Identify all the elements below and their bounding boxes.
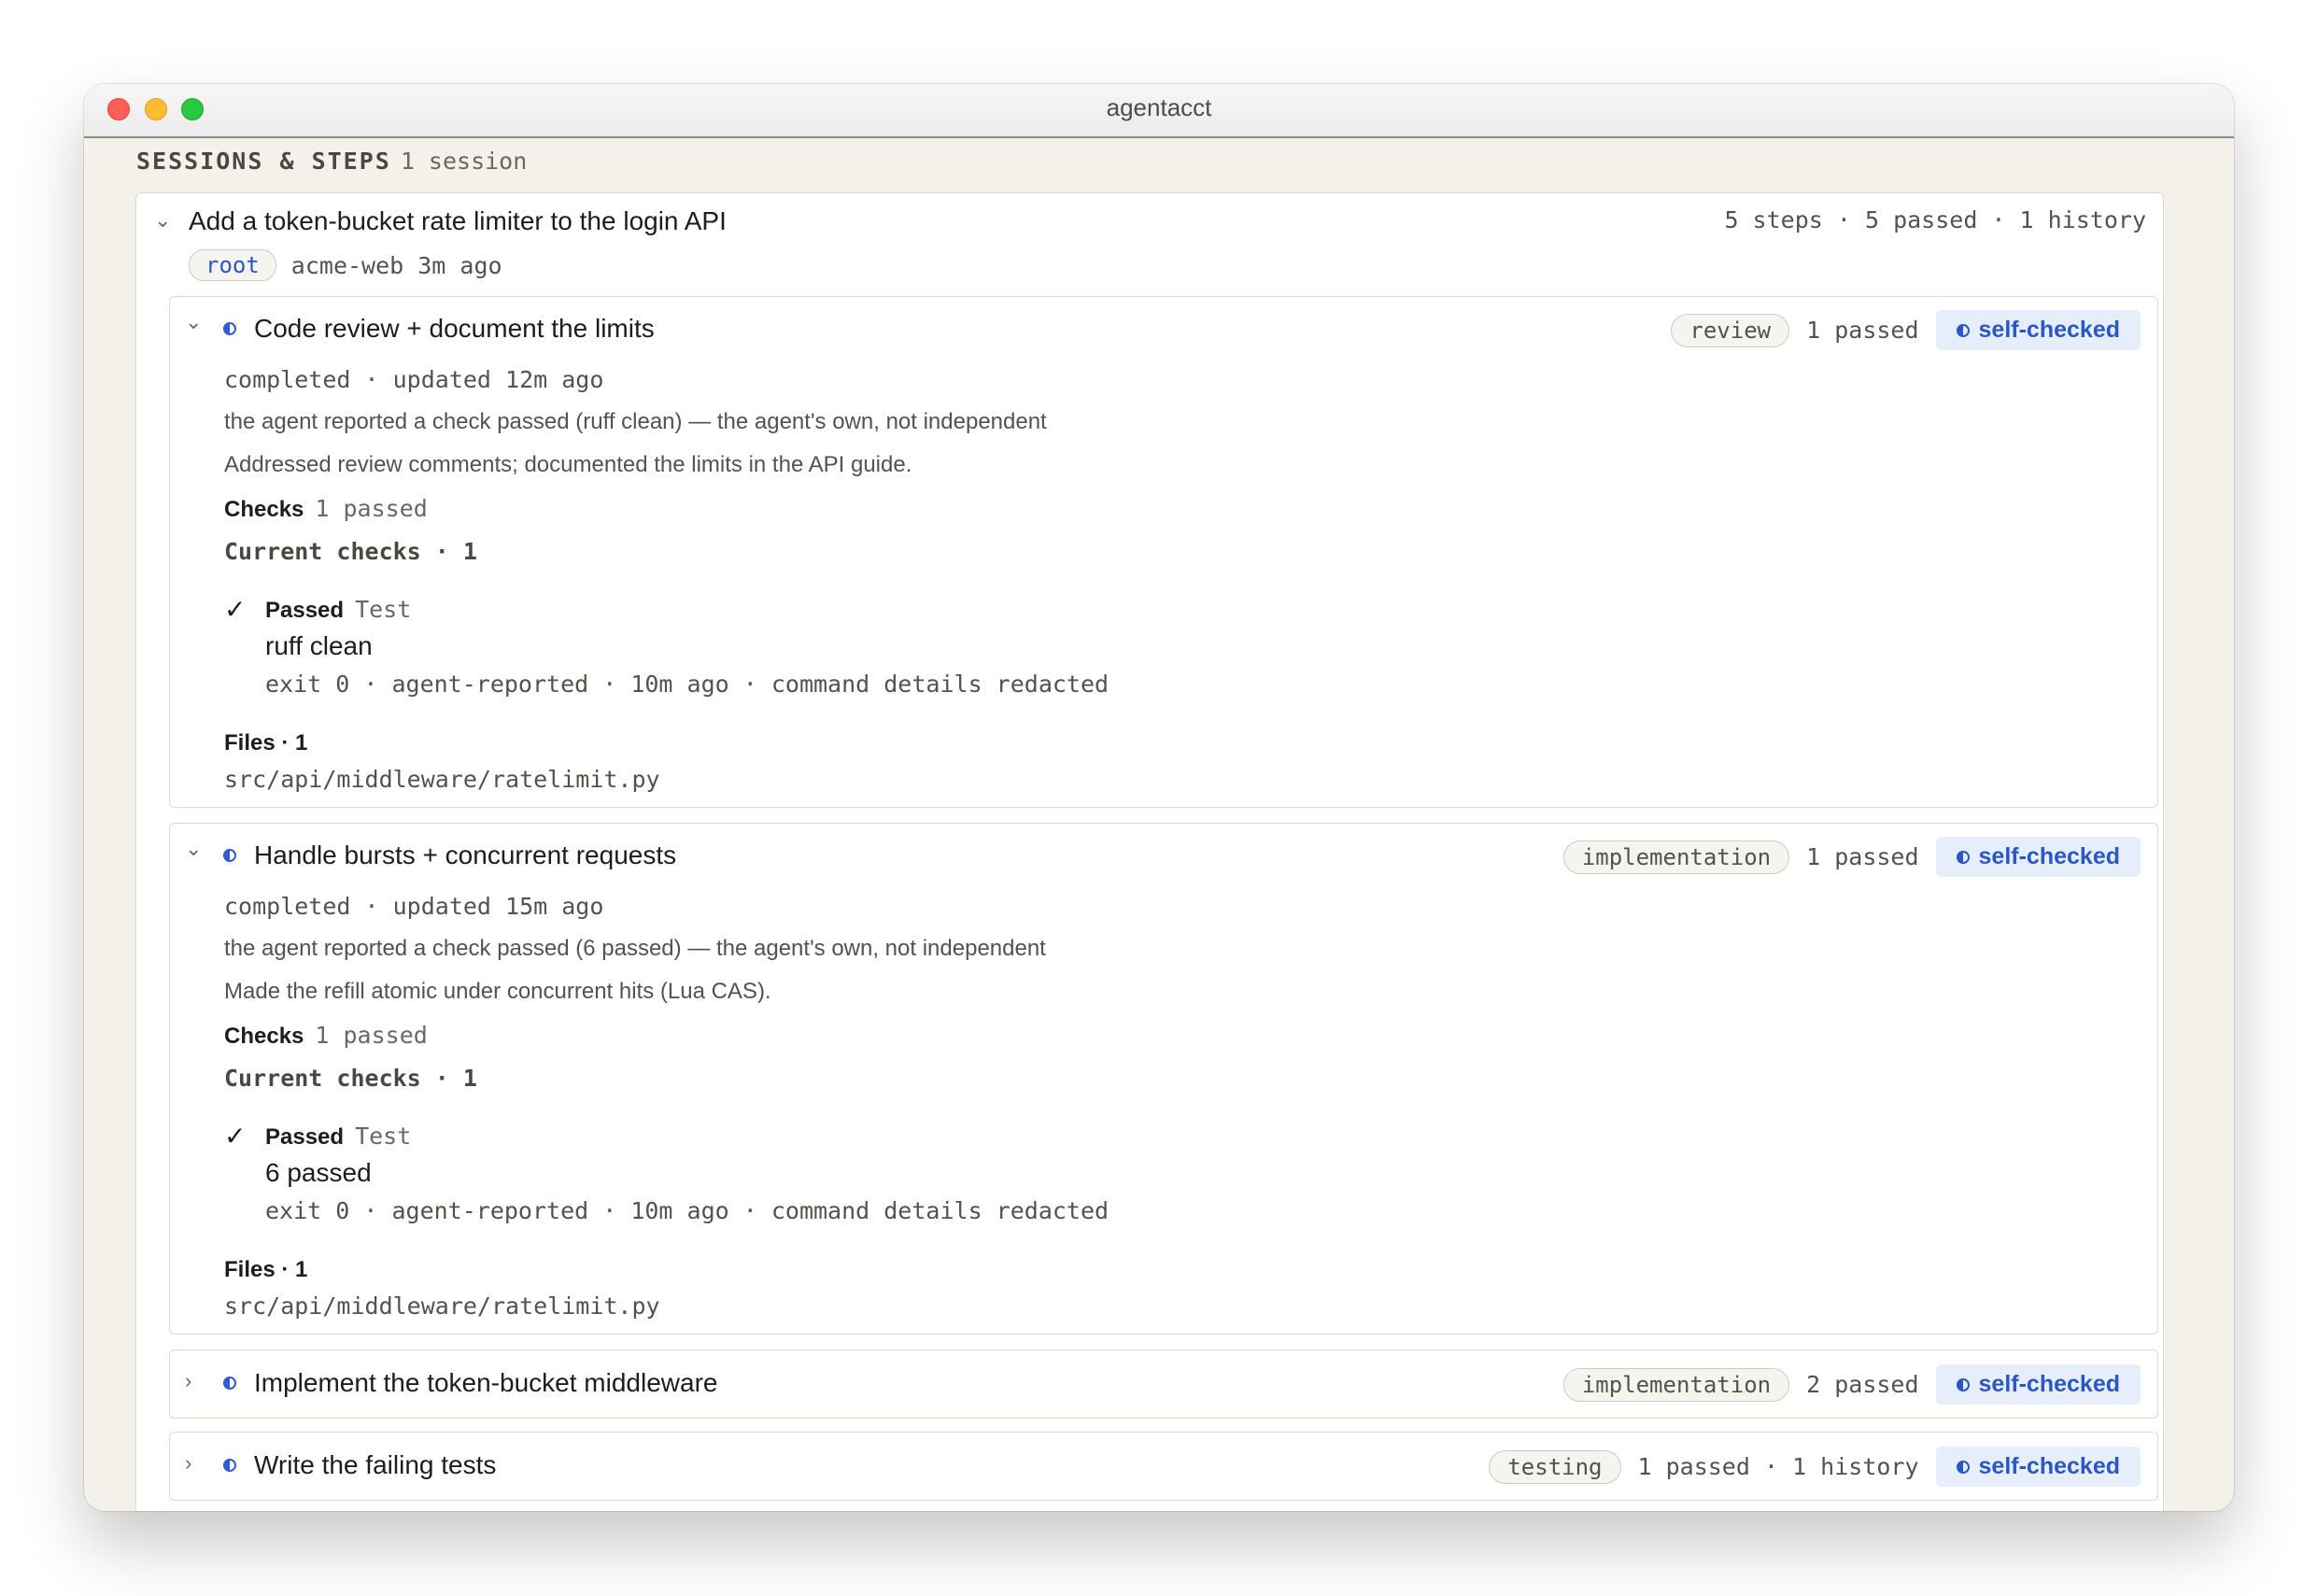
step-badges: review 1 passed self-checked bbox=[1671, 310, 2141, 350]
expand-step-chevron-icon[interactable]: › bbox=[185, 1369, 191, 1393]
file-path[interactable]: src/api/middleware/ratelimit.py bbox=[224, 1292, 660, 1320]
step-note: the agent reported a check passed (ruff … bbox=[224, 409, 1047, 434]
step-check-count: 1 passed · 1 history bbox=[1637, 1453, 1919, 1480]
self-checked-label: self-checked bbox=[1978, 1453, 2120, 1479]
step-card[interactable]: › Implement the token-bucket middleware … bbox=[169, 1349, 2158, 1419]
checkmark-icon: ✓ bbox=[224, 595, 247, 624]
files-label: Files · 1 bbox=[224, 730, 308, 756]
section-count: 1 session bbox=[400, 148, 528, 175]
half-circle-status-icon bbox=[223, 1459, 236, 1472]
half-circle-icon bbox=[1956, 323, 1970, 337]
checkmark-icon: ✓ bbox=[224, 1122, 247, 1151]
step-title[interactable]: Handle bursts + concurrent requests bbox=[254, 840, 676, 870]
half-circle-status-icon bbox=[223, 1377, 236, 1390]
section-label: SESSIONS & STEPS bbox=[136, 148, 391, 175]
check-type: Test bbox=[355, 1123, 412, 1150]
files-label: Files · 1 bbox=[224, 1257, 308, 1282]
self-checked-badge: self-checked bbox=[1935, 837, 2141, 877]
check-meta: exit 0 · agent-reported · 10m ago · comm… bbox=[265, 1197, 1110, 1224]
session-subline: root acme-web 3m ago bbox=[189, 249, 502, 281]
step-note: the agent reported a check passed (6 pas… bbox=[224, 936, 1046, 961]
checks-value: 1 passed bbox=[315, 495, 428, 522]
collapse-step-chevron-icon[interactable]: ⌄ bbox=[185, 310, 202, 334]
step-badges: implementation 2 passed self-checked bbox=[1562, 1364, 2141, 1405]
step-card: ⌄ Handle bursts + concurrent requests im… bbox=[169, 823, 2158, 1335]
self-checked-label: self-checked bbox=[1978, 317, 2120, 343]
step-badges: implementation 1 passed self-checked bbox=[1562, 837, 2141, 877]
self-checked-badge: self-checked bbox=[1935, 310, 2141, 350]
half-circle-status-icon bbox=[223, 322, 236, 335]
collapse-step-chevron-icon[interactable]: ⌄ bbox=[185, 837, 202, 861]
step-check-count: 1 passed bbox=[1806, 317, 1919, 344]
check-type: Test bbox=[355, 596, 412, 623]
step-status: completed · updated 15m ago bbox=[224, 893, 604, 920]
check-state: Passed bbox=[265, 598, 345, 623]
checks-line: Checks 1 passed bbox=[224, 495, 428, 523]
step-title[interactable]: Implement the token-bucket middleware bbox=[254, 1368, 717, 1398]
app-window: agentacct SESSIONS & STEPS 1 session ⌄ Ad… bbox=[84, 84, 2234, 1511]
check-name: ruff clean bbox=[265, 631, 373, 660]
checks-line: Checks 1 passed bbox=[224, 1022, 428, 1050]
step-summary: Addressed review comments; documented th… bbox=[224, 452, 912, 477]
section-header: SESSIONS & STEPS 1 session bbox=[136, 148, 527, 175]
half-circle-status-icon bbox=[223, 849, 236, 862]
step-title[interactable]: Write the failing tests bbox=[254, 1450, 496, 1480]
step-kind-badge: testing bbox=[1489, 1449, 1621, 1484]
checks-label: Checks bbox=[224, 1024, 304, 1049]
step-kind-badge: implementation bbox=[1562, 1367, 1790, 1402]
step-card: ⌄ Code review + document the limits revi… bbox=[169, 296, 2158, 808]
check-meta: exit 0 · agent-reported · 10m ago · comm… bbox=[265, 671, 1110, 698]
step-badges: testing 1 passed · 1 history self-checke… bbox=[1489, 1447, 2141, 1487]
self-checked-badge: self-checked bbox=[1935, 1447, 2141, 1487]
check-label: Passed Test bbox=[265, 596, 411, 624]
self-checked-label: self-checked bbox=[1978, 843, 2120, 869]
session-card: ⌄ Add a token-bucket rate limiter to the… bbox=[135, 192, 2164, 1511]
current-checks-heading: Current checks · 1 bbox=[224, 538, 477, 565]
step-summary: Made the refill atomic under concurrent … bbox=[224, 979, 771, 1004]
current-checks-heading: Current checks · 1 bbox=[224, 1065, 477, 1092]
step-check-count: 2 passed bbox=[1806, 1371, 1919, 1398]
session-title[interactable]: Add a token-bucket rate limiter to the l… bbox=[189, 206, 727, 236]
title-bar: agentacct bbox=[84, 84, 2234, 138]
root-badge: root bbox=[189, 249, 276, 281]
checks-label: Checks bbox=[224, 497, 304, 522]
step-card[interactable]: › Write the failing tests testing 1 pass… bbox=[169, 1432, 2158, 1501]
step-status: completed · updated 12m ago bbox=[224, 366, 604, 393]
checks-value: 1 passed bbox=[315, 1022, 428, 1049]
check-state: Passed bbox=[265, 1124, 345, 1150]
half-circle-icon bbox=[1956, 1377, 1970, 1391]
check-name: 6 passed bbox=[265, 1158, 372, 1187]
step-kind-badge: review bbox=[1671, 313, 1790, 347]
collapse-session-chevron-icon[interactable]: ⌄ bbox=[154, 208, 171, 233]
window-title: agentacct bbox=[1106, 93, 1212, 121]
step-check-count: 1 passed bbox=[1806, 843, 1919, 870]
half-circle-icon bbox=[1956, 850, 1970, 864]
session-project: acme-web 3m ago bbox=[290, 251, 502, 279]
step-kind-badge: implementation bbox=[1562, 840, 1790, 874]
half-circle-icon bbox=[1956, 1460, 1970, 1474]
step-title[interactable]: Code review + document the limits bbox=[254, 314, 655, 344]
check-label: Passed Test bbox=[265, 1123, 411, 1151]
session-summary: 5 steps · 5 passed · 1 history bbox=[1724, 206, 2146, 233]
self-checked-label: self-checked bbox=[1978, 1371, 2120, 1397]
self-checked-badge: self-checked bbox=[1935, 1364, 2141, 1405]
expand-step-chevron-icon[interactable]: › bbox=[185, 1451, 191, 1476]
file-path[interactable]: src/api/middleware/ratelimit.py bbox=[224, 766, 660, 793]
